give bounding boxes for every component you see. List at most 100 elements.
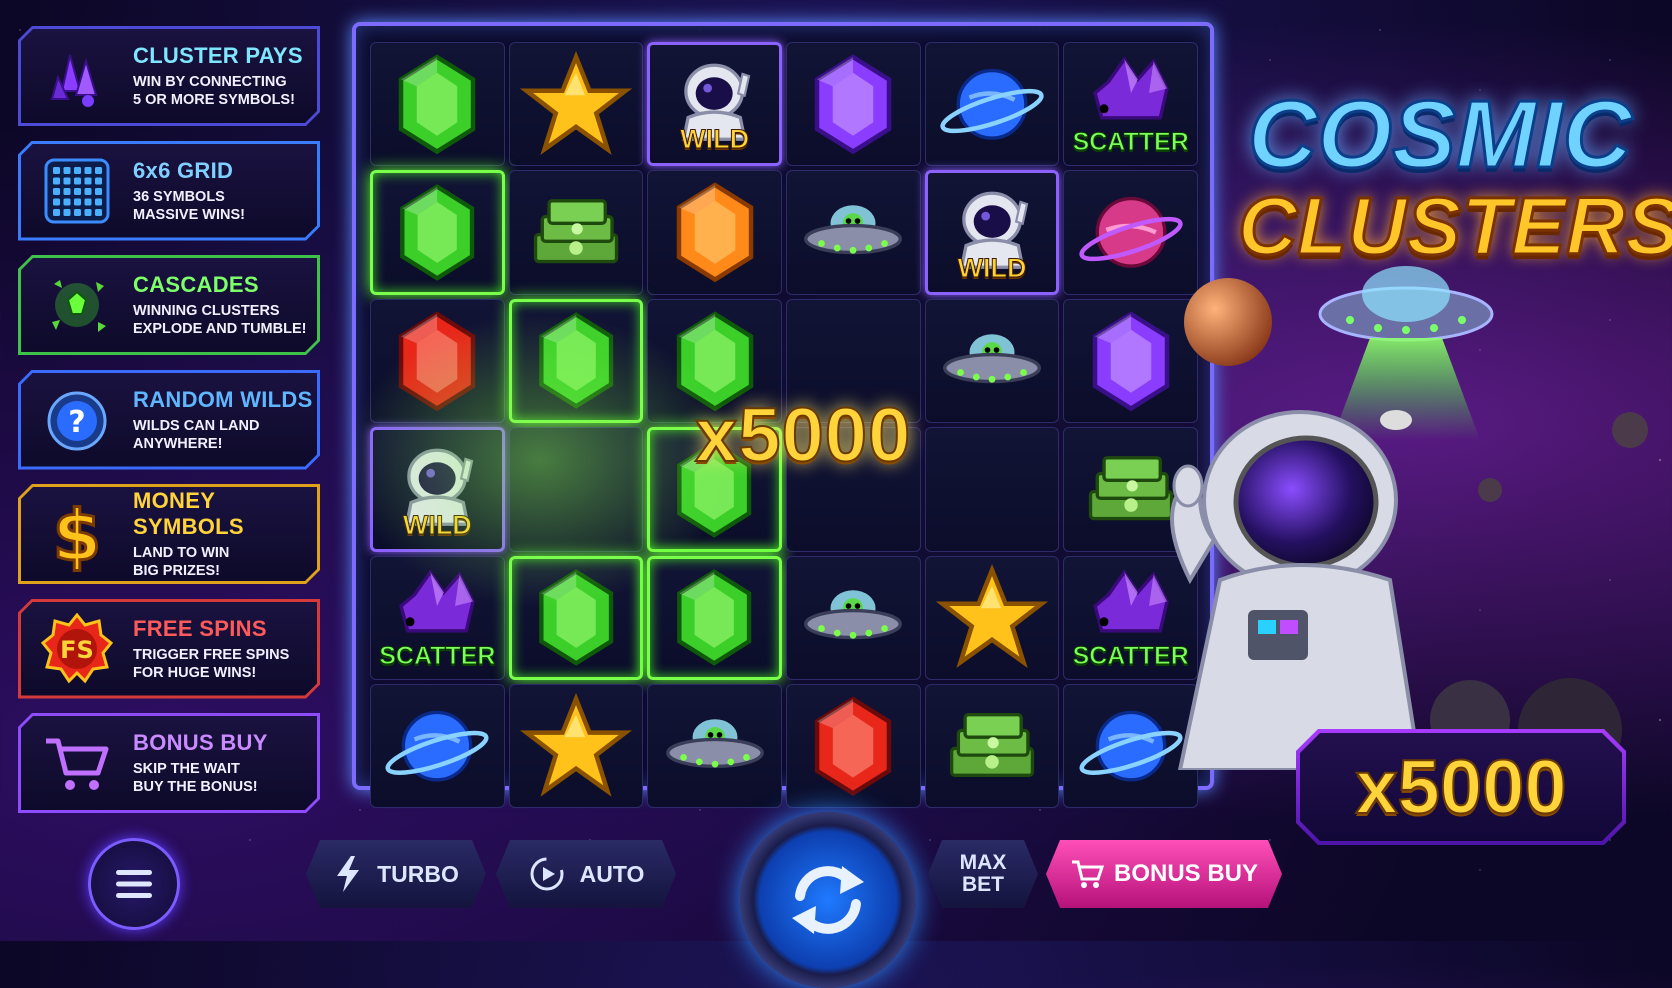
wild-label: WILD [680,124,750,155]
feature-desc-line-1: LAND TO WIN [133,545,230,561]
feature-panel-body: $ MONEY SYMBOLS LAND TO WIN BIG PRIZES! [21,487,317,581]
feature-panel-random-wilds: ? RANDOM WILDS WILDS CAN LAND ANYWHERE! [18,370,320,470]
scatter-label: SCATTER [1072,128,1189,157]
feature-desc-line-1: 36 SYMBOLS [133,188,225,205]
logo-line-1: COSMIC [1247,80,1634,190]
feature-title: MONEY SYMBOLS [133,488,244,539]
feature-panel-body: ? RANDOM WILDS WILDS CAN LAND ANYWHERE! [21,373,317,467]
bonus-buy-button[interactable]: BONUS BUY [1046,840,1282,908]
feature-panel-body: CASCADES WINNING CLUSTERS EXPLODE AND TU… [21,258,317,352]
symbol-red-gem [370,298,505,424]
refresh-icon [792,866,864,934]
feature-title: BONUS BUY [133,730,268,755]
feature-desc-line-2: 5 OR MORE SYMBOLS! [133,92,295,108]
symbol-gold-star [508,42,644,167]
svg-text:FS: FS [60,636,94,664]
wild-label: WILD [402,509,472,540]
feature-title: FREE SPINS [133,615,267,641]
symbol-empty [508,427,644,552]
feature-list: CLUSTER PAYS WIN BY CONNECTING 5 OR MORE… [18,26,320,828]
feature-panel-6x6-grid: 6x6 GRID 36 SYMBOLS MASSIVE WINS! [18,141,320,241]
feature-desc-line-2: BIG PRIZES! [133,563,221,579]
turbo-label: TURBO [377,860,459,887]
feature-panel-body: 6x6 GRID 36 SYMBOLS MASSIVE WINS! [21,144,317,238]
symbol-cash-stack [924,683,1060,808]
feature-title: 6x6 GRID [133,157,234,183]
win-multiplier: x5000 [694,392,912,479]
dollar-icon: $ [21,487,133,581]
feature-panel-body: FS FREE SPINS TRIGGER FREE SPINS FOR HUG… [21,602,317,696]
feature-title: CLUSTER PAYS [133,43,303,68]
feature-desc-line-2: MASSIVE WINS! [133,206,245,223]
feature-panel-cluster-pays: CLUSTER PAYS WIN BY CONNECTING 5 OR MORE… [18,26,320,126]
exploding-gem-icon [21,258,133,352]
grid-icon [21,144,133,238]
feature-desc-line-1: WINNING CLUSTERS [133,303,280,319]
feature-text: CASCADES WINNING CLUSTERS EXPLODE AND TU… [133,272,317,338]
autoplay-icon [528,855,566,893]
feature-title: RANDOM WILDS [133,386,313,412]
max-bet-label-1: MAX [959,851,1007,874]
feature-panel-cascades: CASCADES WINNING CLUSTERS EXPLODE AND TU… [18,255,320,355]
auto-label: AUTO [579,860,645,887]
symbol-green-gem [647,555,782,680]
svg-text:?: ? [68,405,85,440]
symbol-scatter: SCATTER [370,555,505,680]
feature-panel-body: BONUS BUY SKIP THE WAIT BUY THE BONUS! [21,716,317,810]
feature-desc-line-1: SKIP THE WAIT [133,761,240,777]
symbol-green-gem [370,170,505,295]
menu-button[interactable] [88,838,180,930]
symbol-ufo [786,170,921,295]
symbol-blue-planet [370,683,505,808]
cart-icon [21,716,133,810]
max-bet-button[interactable]: MAX BET [928,840,1038,908]
feature-desc-line-2: ANYWHERE! [133,435,223,452]
symbol-wild: WILD [924,170,1060,295]
logo-line-2: CLUSTERS [1237,180,1672,274]
feature-title: CASCADES [133,272,259,297]
feature-desc-line-2: EXPLODE AND TUMBLE! [133,321,307,337]
feature-panel-money-symbols: $ MONEY SYMBOLS LAND TO WIN BIG PRIZES! [18,484,320,584]
feature-panel-free-spins: FS FREE SPINS TRIGGER FREE SPINS FOR HUG… [18,599,320,699]
feature-text: RANDOM WILDS WILDS CAN LAND ANYWHERE! [133,387,317,453]
symbol-empty [924,427,1060,552]
turbo-button[interactable]: TURBO [306,840,486,908]
feature-desc-line-1: WILDS CAN LAND [133,417,260,434]
feature-text: BONUS BUY SKIP THE WAIT BUY THE BONUS! [133,730,317,796]
symbol-purple-gem [786,42,921,167]
max-bet-label-2: BET [962,873,1004,896]
hamburger-icon [116,870,152,898]
feature-desc-line-2: FOR HUGE WINS! [133,664,257,681]
symbol-orange-gem [647,170,782,295]
mystery-helmet-icon: ? [21,373,133,467]
feature-text: MONEY SYMBOLS LAND TO WIN BIG PRIZES! [133,488,317,580]
feature-desc-line-1: WIN BY CONNECTING [133,74,287,90]
wild-label: WILD [957,252,1027,283]
svg-text:$: $ [53,495,102,574]
astronaut-ufo-illustration [1170,266,1648,770]
symbol-ufo [647,683,782,808]
symbol-green-gem [508,555,644,680]
symbol-green-gem [370,42,505,167]
symbol-wild: WILD [647,42,782,167]
fs-badge-icon: FS [21,602,133,696]
auto-button[interactable]: AUTO [496,840,676,908]
symbol-blue-planet [924,42,1060,167]
scatter-label: SCATTER [379,641,496,670]
symbol-wild: WILD [370,427,505,552]
feature-desc-line-1: TRIGGER FREE SPINS [133,646,290,663]
symbol-ufo [786,555,921,680]
symbol-red-gem [786,683,921,808]
spin-button[interactable] [740,812,916,988]
symbol-gold-star [924,555,1060,680]
purple-crystal-icon [21,29,133,123]
feature-panel-bonus-buy: BONUS BUY SKIP THE WAIT BUY THE BONUS! [18,713,320,813]
symbol-scatter: SCATTER [1063,42,1198,167]
feature-text: CLUSTER PAYS WIN BY CONNECTING 5 OR MORE… [133,43,317,109]
lightning-icon [333,856,363,892]
bonus-buy-label: BONUS BUY [1113,860,1258,887]
feature-panel-body: CLUSTER PAYS WIN BY CONNECTING 5 OR MORE… [21,29,317,123]
symbol-cash-stack [508,170,644,295]
feature-text: FREE SPINS TRIGGER FREE SPINS FOR HUGE W… [133,616,317,682]
cart-icon [1070,859,1104,889]
